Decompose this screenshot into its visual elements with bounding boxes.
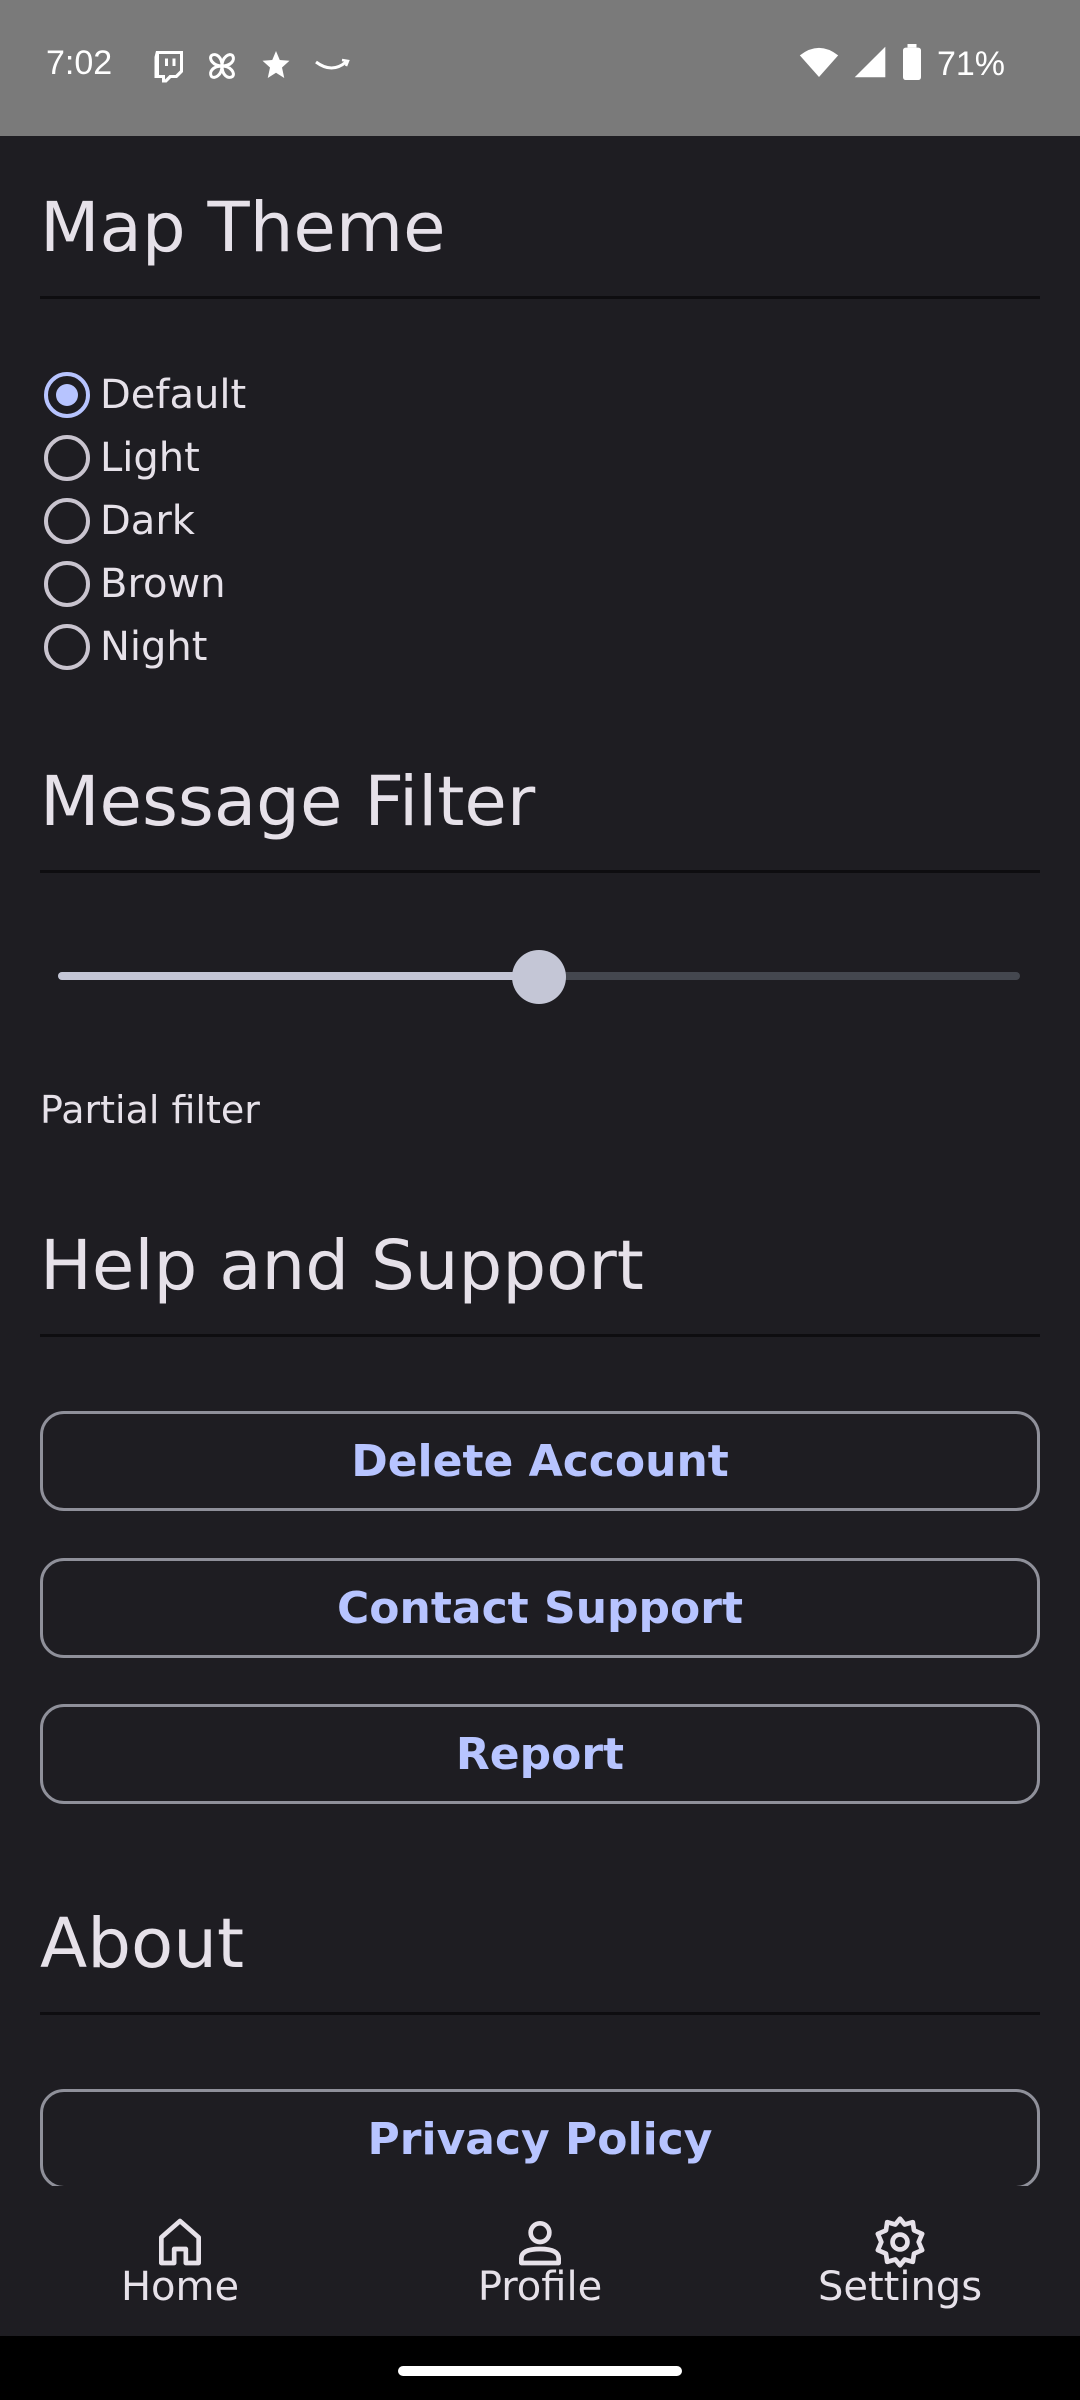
radio-option-night[interactable]: Night	[44, 619, 207, 675]
home-gesture-handle[interactable]	[398, 2366, 682, 2376]
battery-percentage: 71%	[936, 44, 1005, 83]
radio-option-brown[interactable]: Brown	[44, 556, 226, 612]
report-button[interactable]: Report	[40, 1704, 1040, 1804]
radio-button[interactable]	[44, 561, 90, 607]
help-support-title: Help and Support	[40, 1226, 644, 1306]
nav-item-home[interactable]: Home	[60, 2186, 300, 2336]
nav-label-settings: Settings	[817, 2264, 983, 2310]
radio-option-light[interactable]: Light	[44, 430, 200, 486]
amazon-icon	[312, 54, 352, 82]
battery-icon	[901, 44, 923, 84]
nav-label-profile: Profile	[477, 2264, 603, 2310]
radio-button[interactable]	[44, 498, 90, 544]
bottom-navigation-bar: Home Profile Settings	[0, 2186, 1080, 2336]
system-icons: 71%	[799, 44, 1005, 84]
radio-option-dark[interactable]: Dark	[44, 493, 195, 549]
nav-item-settings[interactable]: Settings	[780, 2186, 1020, 2336]
message-filter-title: Message Filter	[40, 762, 536, 842]
settings-icon	[875, 2216, 925, 2268]
puzzle-icon	[258, 48, 294, 88]
status-time: 7:02	[46, 44, 113, 82]
privacy-policy-button[interactable]: Privacy Policy	[40, 2089, 1040, 2186]
radio-label-default: Default	[100, 372, 247, 418]
map-theme-divider	[40, 296, 1040, 299]
radio-label-brown: Brown	[100, 561, 226, 607]
message-filter-slider[interactable]	[58, 946, 1020, 1006]
radio-button[interactable]	[44, 435, 90, 481]
home-icon	[159, 2218, 202, 2266]
slider-thumb[interactable]	[512, 950, 566, 1004]
nav-label-home: Home	[120, 2264, 240, 2310]
map-theme-title: Map Theme	[40, 188, 446, 268]
about-title: About	[40, 1904, 245, 1984]
filter-level-label: Partial filter	[40, 1088, 260, 1132]
twitch-icon	[150, 48, 186, 88]
radio-button[interactable]	[44, 624, 90, 670]
message-filter-divider	[40, 870, 1040, 873]
radio-button-checked[interactable]	[44, 372, 90, 418]
profile-icon	[519, 2221, 561, 2266]
pinwheel-icon	[204, 48, 240, 88]
slider-active-track	[58, 972, 539, 980]
notification-icons	[150, 48, 352, 88]
gesture-navigation-area	[0, 2336, 1080, 2400]
status-bar: 7:02 71%	[0, 0, 1080, 136]
radio-label-dark: Dark	[100, 498, 195, 544]
about-divider	[40, 2012, 1040, 2015]
radio-label-light: Light	[100, 435, 200, 481]
radio-option-default[interactable]: Default	[44, 367, 246, 423]
settings-content[interactable]: Map Theme Default Light Dark Brown Night…	[0, 136, 1080, 2186]
help-support-divider	[40, 1334, 1040, 1337]
contact-support-button[interactable]: Contact Support	[40, 1558, 1040, 1658]
signal-icon	[853, 45, 887, 83]
nav-item-profile[interactable]: Profile	[420, 2186, 660, 2336]
delete-account-button[interactable]: Delete Account	[40, 1411, 1040, 1511]
wifi-icon	[799, 45, 839, 83]
radio-label-night: Night	[100, 624, 208, 670]
